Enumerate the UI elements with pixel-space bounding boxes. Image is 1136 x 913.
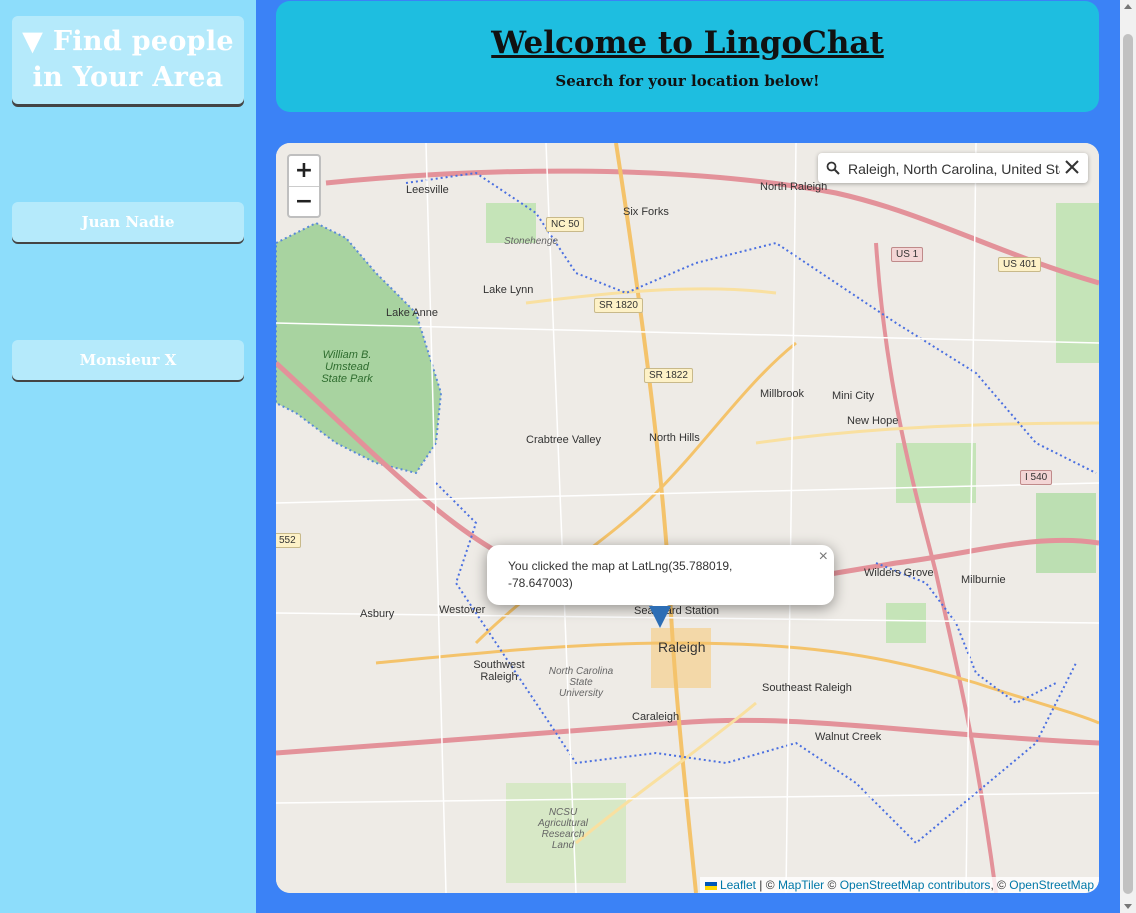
label-umstead-park: William B. Umstead State Park <box>321 349 373 385</box>
sidebar: ▼ Find people in Your Area Juan Nadie Mo… <box>0 0 256 913</box>
label-crabtree-valley: Crabtree Valley <box>526 434 601 446</box>
label-asbury: Asbury <box>360 608 395 620</box>
sidebar-title[interactable]: ▼ Find people in Your Area <box>12 16 244 104</box>
label-caraleigh: Caraleigh <box>632 711 680 723</box>
label-southwest-raleigh: Southwest Raleigh <box>473 659 525 683</box>
ukraine-flag-icon <box>704 881 717 890</box>
map-tiles[interactable] <box>276 143 1099 893</box>
map-marker-icon[interactable] <box>649 606 671 630</box>
popup-text: You clicked the map at LatLng(35.788019,… <box>508 559 733 590</box>
shield-sr1820: SR 1820 <box>594 298 643 313</box>
popup-close-button[interactable]: × <box>819 548 828 566</box>
shield-nc50: NC 50 <box>546 217 585 232</box>
label-mini-city: Mini City <box>832 390 875 402</box>
label-lake-anne: Lake Anne <box>386 307 438 319</box>
label-wilders-grove: Wilders Grove <box>864 567 934 579</box>
shield-i540: I 540 <box>1020 470 1053 485</box>
label-raleigh: Raleigh <box>658 639 706 655</box>
map-attribution: Leaflet | © MapTiler © OpenStreetMap con… <box>699 877 1099 893</box>
map-popup: You clicked the map at LatLng(35.788019,… <box>487 545 834 613</box>
zoom-control: + − <box>287 154 321 218</box>
attrib-sep: | © <box>755 878 778 892</box>
shield-us401: US 401 <box>998 257 1042 272</box>
maptiler-link[interactable]: MapTiler <box>778 878 824 892</box>
shield-sr1822: SR 1822 <box>644 368 693 383</box>
label-millbrook: Millbrook <box>760 388 805 400</box>
label-leesville: Leesville <box>406 184 449 196</box>
location-search <box>818 153 1088 185</box>
page-scrollbar[interactable] <box>1120 0 1136 913</box>
label-ncsu-research: NCSU Agricultural Research Land <box>537 807 589 851</box>
label-new-hope: New Hope <box>847 415 899 427</box>
scroll-up-icon[interactable] <box>1124 4 1132 9</box>
label-seaboard-station: Seaboard Station <box>634 605 720 617</box>
zoom-in-button[interactable]: + <box>289 156 319 187</box>
leaflet-link[interactable]: Leaflet <box>720 878 756 892</box>
label-stonehenge: Stonehenge <box>504 236 558 247</box>
clear-icon[interactable] <box>1064 159 1080 175</box>
zoom-out-button[interactable]: − <box>289 187 319 217</box>
page-subtitle: Search for your location below! <box>555 72 820 90</box>
label-milburnie: Milburnie <box>961 574 1006 586</box>
label-walnut-creek: Walnut Creek <box>815 731 882 743</box>
label-lake-lynn: Lake Lynn <box>483 284 534 296</box>
page-title: Welcome to LingoChat <box>491 25 884 61</box>
sidebar-title-line1: ▼ Find people <box>22 26 234 57</box>
attrib-sep: , © <box>990 878 1010 892</box>
search-input[interactable] <box>846 153 1062 185</box>
osm-link[interactable]: OpenStreetMap <box>1009 878 1094 892</box>
scroll-down-icon[interactable] <box>1124 904 1132 909</box>
shield-us1: US 1 <box>891 247 924 262</box>
sidebar-title-line2: in Your Area <box>32 62 224 93</box>
label-ncsu: North Carolina State University <box>548 666 614 699</box>
label-southeast-raleigh: Southeast Raleigh <box>762 682 852 694</box>
search-icon <box>826 161 840 175</box>
label-westover: Westover <box>439 604 486 616</box>
label-north-raleigh: North Raleigh <box>760 181 828 193</box>
label-north-hills: North Hills <box>649 432 700 444</box>
label-six-forks: Six Forks <box>623 206 669 218</box>
user-button-juan-nadie[interactable]: Juan Nadie <box>12 202 244 242</box>
header-banner: Welcome to LingoChat Search for your loc… <box>276 1 1099 112</box>
shield-552: 552 <box>276 533 301 548</box>
attrib-sep: © <box>824 878 840 892</box>
map[interactable]: North Raleigh Leesville Six Forks Stoneh… <box>276 143 1099 893</box>
osm-contributors-link[interactable]: OpenStreetMap contributors <box>840 878 991 892</box>
user-button-monsieur-x[interactable]: Monsieur X <box>12 340 244 380</box>
scrollbar-thumb[interactable] <box>1123 34 1133 894</box>
